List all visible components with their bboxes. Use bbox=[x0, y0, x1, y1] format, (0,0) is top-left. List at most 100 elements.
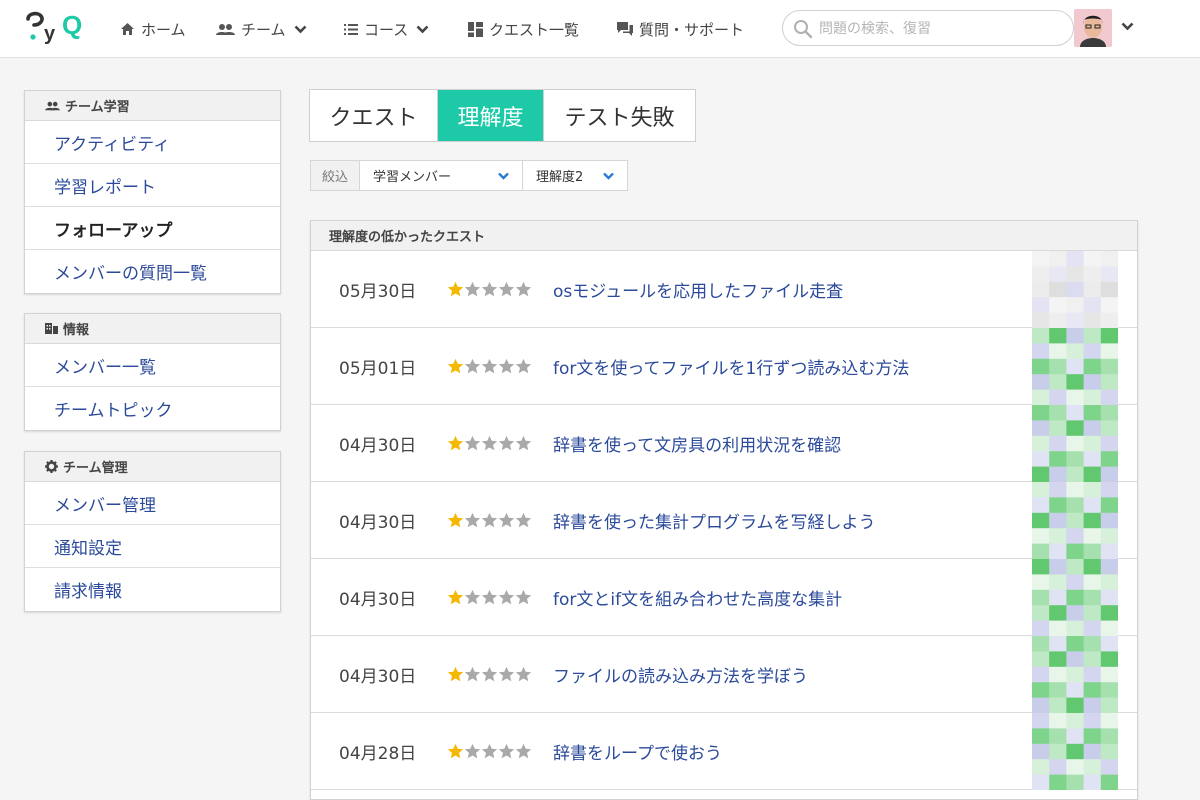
star-icon bbox=[498, 743, 515, 759]
filter-bar: 絞込 学習メンバー 理解度2 bbox=[310, 160, 628, 191]
quest-title-link[interactable]: 辞書を使って文房具の利用状況を確認 bbox=[553, 431, 841, 456]
quest-date: 04月28日 bbox=[339, 743, 417, 764]
sidebar-item-team-topic[interactable]: チームトピック bbox=[25, 387, 280, 430]
star-icon bbox=[447, 512, 464, 528]
user-photo bbox=[1074, 9, 1112, 47]
quest-date: 04月30日 bbox=[339, 435, 417, 456]
building-icon bbox=[45, 323, 58, 334]
grid-icon bbox=[468, 21, 483, 37]
sidebar-item-member-list[interactable]: メンバー一覧 bbox=[25, 344, 280, 387]
low-understanding-quests: 理解度の低かったクエスト 05月30日 osモジュールを応用したファイル走査 05月… bbox=[310, 220, 1138, 800]
star-icon bbox=[464, 281, 481, 297]
understanding-rating bbox=[447, 281, 532, 297]
filter-label: 絞込 bbox=[311, 161, 360, 190]
sidebar-group-title: チーム学習 bbox=[65, 100, 130, 115]
pyq-logo[interactable]: y Q bbox=[24, 10, 96, 46]
table-row: 04月28日 辞書をループで使おう bbox=[311, 713, 1137, 790]
search-box[interactable] bbox=[782, 10, 1074, 46]
member-avatar-blurred bbox=[1032, 328, 1118, 405]
level-filter-select[interactable]: 理解度2 bbox=[523, 161, 627, 190]
star-icon bbox=[464, 589, 481, 605]
member-avatar-blurred bbox=[1032, 482, 1118, 559]
star-icon bbox=[447, 358, 464, 374]
member-avatar-blurred bbox=[1032, 713, 1118, 790]
quest-date: 05月30日 bbox=[339, 281, 417, 302]
understanding-rating bbox=[447, 435, 532, 451]
nav-home[interactable]: ホーム bbox=[120, 0, 186, 58]
quest-title-link[interactable]: for文を使ってファイルを1行ずつ読み込む方法 bbox=[553, 354, 909, 379]
member-filter-select[interactable]: 学習メンバー bbox=[360, 161, 523, 190]
chevron-down-icon bbox=[416, 25, 429, 33]
understanding-rating bbox=[447, 666, 532, 682]
star-icon bbox=[498, 358, 515, 374]
quest-rows: 05月30日 osモジュールを応用したファイル走査 05月01日 for文を使ってファ… bbox=[311, 251, 1137, 790]
chevron-down-icon bbox=[294, 25, 306, 33]
sidebar-group-title: 情報 bbox=[63, 323, 90, 338]
search-icon bbox=[794, 20, 813, 39]
list-title: 理解度の低かったクエスト bbox=[311, 221, 1137, 251]
table-row: 04月30日 for文とif文を組み合わせた高度な集計 bbox=[311, 559, 1137, 636]
tab-quest[interactable]: クエスト bbox=[310, 90, 438, 141]
avatar[interactable] bbox=[1074, 9, 1112, 47]
sidebar-item-activity[interactable]: アクティビティ bbox=[25, 121, 280, 164]
star-icon bbox=[515, 666, 532, 682]
sidebar-item-billing[interactable]: 請求情報 bbox=[25, 568, 280, 611]
star-icon bbox=[481, 281, 498, 297]
star-icon bbox=[481, 666, 498, 682]
sidebar-item-notification-settings[interactable]: 通知設定 bbox=[25, 525, 280, 568]
star-icon bbox=[498, 666, 515, 682]
nav-course[interactable]: コース bbox=[344, 0, 429, 58]
star-icon bbox=[447, 435, 464, 451]
star-icon bbox=[481, 743, 498, 759]
member-avatar-blurred bbox=[1032, 559, 1118, 636]
star-icon bbox=[515, 743, 532, 759]
sidebar-item-learning-report[interactable]: 学習レポート bbox=[25, 164, 280, 207]
users-icon bbox=[45, 101, 60, 110]
tab-understanding[interactable]: 理解度 bbox=[438, 90, 544, 141]
nav-home-label: ホーム bbox=[141, 20, 186, 39]
chevron-down-icon bbox=[498, 172, 509, 180]
quest-title-link[interactable]: ファイルの読み込み方法を学ぼう bbox=[553, 662, 808, 687]
tab-test-failure[interactable]: テスト失敗 bbox=[544, 90, 695, 141]
quest-date: 04月30日 bbox=[339, 512, 417, 533]
nav-quest-list-label: クエスト一覧 bbox=[489, 20, 580, 39]
star-icon bbox=[464, 512, 481, 528]
quest-title-link[interactable]: osモジュールを応用したファイル走査 bbox=[553, 277, 843, 302]
star-icon bbox=[447, 281, 464, 297]
table-row: 05月01日 for文を使ってファイルを1行ずつ読み込む方法 bbox=[311, 328, 1137, 405]
sidebar-team-management: チーム管理 メンバー管理 通知設定 請求情報 bbox=[24, 451, 281, 612]
member-avatar-blurred bbox=[1032, 251, 1118, 328]
sidebar-team-learning: チーム学習 アクティビティ 学習レポート フォローアップ メンバーの質問一覧 bbox=[24, 90, 281, 294]
member-avatar-blurred bbox=[1032, 405, 1118, 482]
table-row: 05月30日 osモジュールを応用したファイル走査 bbox=[311, 251, 1137, 328]
list-icon bbox=[344, 23, 358, 35]
quest-date: 05月01日 bbox=[339, 358, 417, 379]
chat-icon bbox=[617, 22, 633, 36]
star-icon bbox=[481, 358, 498, 374]
star-icon bbox=[498, 589, 515, 605]
chevron-down-icon[interactable] bbox=[1121, 22, 1134, 31]
search-input[interactable] bbox=[819, 17, 1059, 41]
users-icon bbox=[216, 23, 235, 35]
table-row: 04月30日 辞書を使った集計プログラムを写経しよう bbox=[311, 482, 1137, 559]
star-icon bbox=[481, 512, 498, 528]
member-filter-value: 学習メンバー bbox=[373, 170, 452, 185]
nav-team-label: チーム bbox=[241, 20, 286, 39]
quest-title-link[interactable]: for文とif文を組み合わせた高度な集計 bbox=[553, 585, 842, 610]
star-icon bbox=[498, 512, 515, 528]
nav-team[interactable]: チーム bbox=[216, 0, 307, 58]
sidebar-item-member-questions[interactable]: メンバーの質問一覧 bbox=[25, 250, 280, 293]
star-icon bbox=[464, 666, 481, 682]
sidebar-item-member-management[interactable]: メンバー管理 bbox=[25, 482, 280, 525]
nav-quest-list[interactable]: クエスト一覧 bbox=[468, 0, 579, 58]
table-row: 04月30日 ファイルの読み込み方法を学ぼう bbox=[311, 636, 1137, 713]
star-icon bbox=[464, 358, 481, 374]
sidebar-group-header: 情報 bbox=[25, 314, 280, 344]
star-icon bbox=[515, 358, 532, 374]
quest-title-link[interactable]: 辞書をループで使おう bbox=[553, 739, 722, 764]
nav-support[interactable]: 質問・サポート bbox=[617, 0, 744, 58]
star-icon bbox=[464, 435, 481, 451]
sidebar-item-follow-up[interactable]: フォローアップ bbox=[25, 207, 280, 250]
star-icon bbox=[515, 435, 532, 451]
quest-title-link[interactable]: 辞書を使った集計プログラムを写経しよう bbox=[553, 508, 876, 533]
